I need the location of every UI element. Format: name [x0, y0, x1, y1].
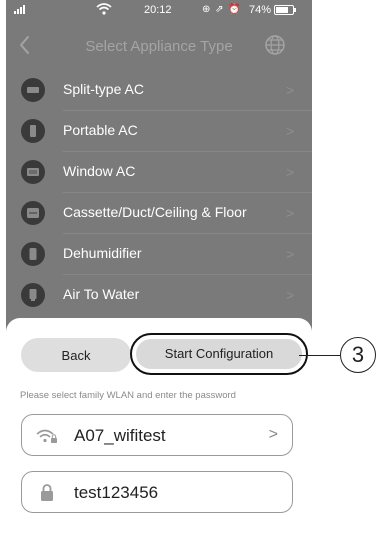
list-item-label: Air To Water [63, 286, 140, 302]
password-value: test123456 [74, 483, 159, 502]
chevron-right-icon: > [286, 246, 295, 262]
status-icons: ⊕ ⇗ ⏰ [202, 4, 242, 15]
list-item-label: Dehumidifier [63, 245, 142, 261]
lock-icon [41, 484, 53, 501]
chevron-right-icon: > [286, 82, 295, 98]
window-ac-icon [21, 160, 45, 184]
wifi-lock-icon [36, 429, 57, 443]
list-item-label: Window AC [63, 163, 136, 179]
battery-percent: 74% [249, 4, 272, 16]
callout-line [299, 355, 340, 356]
status-bar: 20:12 ⊕ ⇗ ⏰ 74% [6, 0, 312, 22]
nav-bar: Select Appliance Type [6, 24, 312, 68]
chevron-right-icon: > [286, 123, 295, 139]
callout-number: 3 [340, 337, 376, 373]
chevron-right-icon: > [286, 287, 295, 303]
list-item-label: Cassette/Duct/Ceiling & Floor [63, 204, 247, 220]
list-item-dehumidifier[interactable]: Dehumidifier > [6, 234, 312, 275]
cassette-icon [21, 201, 45, 225]
start-configuration-label: Start Configuration [136, 339, 302, 369]
list-item-split-ac[interactable]: Split-type AC > [6, 70, 312, 111]
back-button[interactable]: Back [21, 338, 131, 372]
list-item-portable-ac[interactable]: Portable AC > [6, 111, 312, 152]
chevron-right-icon: > [268, 426, 278, 443]
wlan-hint-text: Please select family WLAN and enter the … [20, 390, 236, 401]
chevron-right-icon: > [286, 205, 295, 221]
portable-ac-icon [21, 119, 45, 143]
list-item-window-ac[interactable]: Window AC > [6, 152, 312, 193]
start-configuration-button[interactable]: Start Configuration [130, 333, 308, 375]
wifi-config-sheet: Back Start Configuration Please select f… [6, 318, 312, 540]
wifi-icon [96, 3, 112, 15]
globe-icon[interactable] [264, 34, 286, 56]
list-item-cassette[interactable]: Cassette/Duct/Ceiling & Floor > [6, 193, 312, 234]
wifi-name: A07_wifitest [74, 426, 166, 445]
wifi-select-field[interactable]: A07_wifitest > [21, 414, 293, 456]
list-item-label: Split-type AC [63, 81, 144, 97]
password-field[interactable]: test123456 [21, 471, 293, 513]
chevron-right-icon: > [286, 164, 295, 180]
air-to-water-icon [21, 283, 45, 307]
list-item-label: Portable AC [63, 122, 138, 138]
battery-icon [274, 5, 296, 15]
split-ac-icon [21, 78, 45, 102]
phone-screen: 20:12 ⊕ ⇗ ⏰ 74% Select Appliance Type Sp… [6, 0, 312, 540]
appliance-list: Split-type AC > Portable AC > Window AC … [6, 70, 312, 316]
signal-icon [14, 5, 25, 14]
list-item-air-to-water[interactable]: Air To Water > [6, 275, 312, 316]
dehumidifier-icon [21, 242, 45, 266]
status-time: 20:12 [144, 4, 172, 16]
